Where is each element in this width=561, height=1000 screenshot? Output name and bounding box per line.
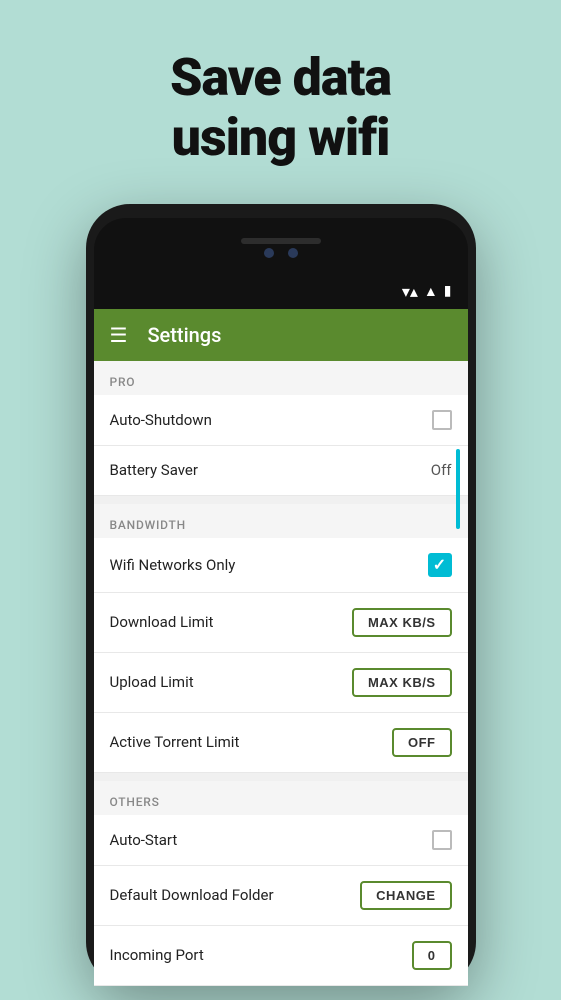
setting-row-battery-saver[interactable]: Battery Saver Off <box>94 446 468 496</box>
setting-label-auto-start: Auto-Start <box>110 831 178 849</box>
setting-row-auto-start[interactable]: Auto-Start <box>94 815 468 866</box>
checkbox-auto-start[interactable] <box>432 830 452 850</box>
battery-icon: ▮ <box>444 283 452 299</box>
setting-value-battery-saver: Off <box>431 461 452 479</box>
settings-list: PRO Auto-Shutdown Battery Saver Off BAND… <box>94 361 468 986</box>
checkbox-auto-shutdown[interactable] <box>432 410 452 430</box>
download-folder-button[interactable]: CHANGE <box>360 881 451 910</box>
hamburger-icon[interactable]: ☰ <box>110 325 128 345</box>
scrollbar-indicator <box>456 449 460 529</box>
upload-limit-button[interactable]: MAX KB/S <box>352 668 452 697</box>
camera-dot-right <box>288 248 298 258</box>
setting-label-upload-limit: Upload Limit <box>110 673 194 691</box>
phone-wrapper: ▾▴ ▲ ▮ ☰ Settings PRO Auto-Shutdown Batt… <box>86 204 476 986</box>
incoming-port-button[interactable]: 0 <box>412 941 452 970</box>
setting-label-incoming-port: Incoming Port <box>110 946 204 964</box>
setting-label-wifi-only: Wifi Networks Only <box>110 556 236 574</box>
setting-row-download-folder[interactable]: Default Download Folder CHANGE <box>94 866 468 926</box>
divider-bandwidth-others <box>94 773 468 781</box>
phone-screen: ☰ Settings PRO Auto-Shutdown Battery Sav… <box>94 309 468 986</box>
status-bar: ▾▴ ▲ ▮ <box>94 278 468 309</box>
signal-icon: ▲ <box>424 283 438 300</box>
headline: Save datausing wifi <box>130 0 431 204</box>
phone-top-bar <box>94 218 468 278</box>
divider-pro-bandwidth <box>94 496 468 504</box>
setting-row-download-limit[interactable]: Download Limit MAX KB/S <box>94 593 468 653</box>
active-torrent-button[interactable]: OFF <box>392 728 452 757</box>
section-header-pro: PRO <box>94 361 468 395</box>
camera-dots <box>264 248 298 258</box>
setting-row-wifi-only[interactable]: Wifi Networks Only ✓ <box>94 538 468 593</box>
setting-label-download-folder: Default Download Folder <box>110 886 274 904</box>
setting-row-auto-shutdown[interactable]: Auto-Shutdown <box>94 395 468 446</box>
toolbar: ☰ Settings <box>94 309 468 361</box>
setting-label-download-limit: Download Limit <box>110 613 214 631</box>
setting-label-auto-shutdown: Auto-Shutdown <box>110 411 212 429</box>
setting-label-active-torrent: Active Torrent Limit <box>110 733 240 751</box>
download-limit-button[interactable]: MAX KB/S <box>352 608 452 637</box>
setting-row-upload-limit[interactable]: Upload Limit MAX KB/S <box>94 653 468 713</box>
checkbox-wifi-only[interactable]: ✓ <box>428 553 452 577</box>
section-header-others: OTHERS <box>94 781 468 815</box>
camera-dot-left <box>264 248 274 258</box>
speaker-bar <box>241 238 321 244</box>
setting-row-active-torrent[interactable]: Active Torrent Limit OFF <box>94 713 468 773</box>
setting-label-battery-saver: Battery Saver <box>110 461 198 479</box>
status-icons: ▾▴ ▲ ▮ <box>402 282 452 301</box>
toolbar-title: Settings <box>147 323 221 347</box>
setting-row-incoming-port[interactable]: Incoming Port 0 <box>94 926 468 986</box>
wifi-icon: ▾▴ <box>402 282 418 301</box>
section-header-bandwidth: BANDWIDTH <box>94 504 468 538</box>
